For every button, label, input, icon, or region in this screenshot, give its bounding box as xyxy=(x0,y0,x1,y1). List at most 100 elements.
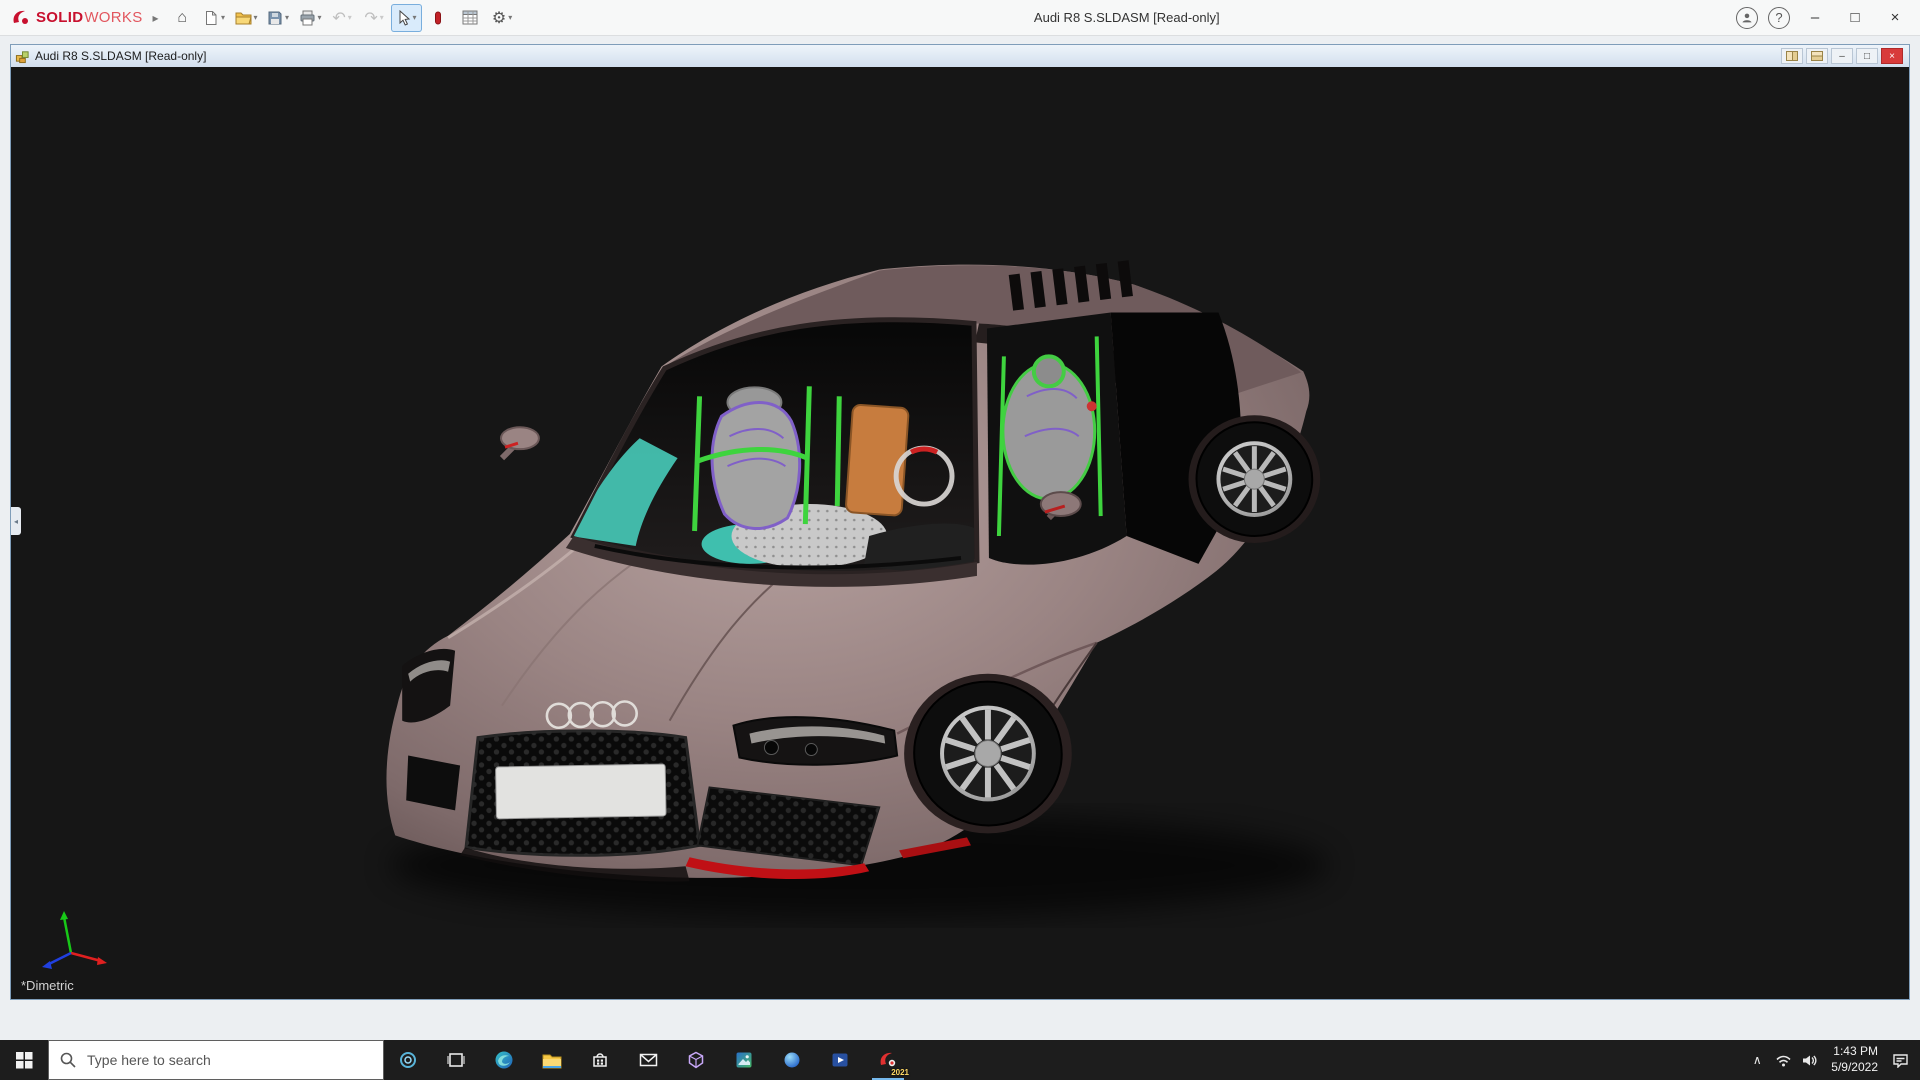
brand-text-works: WORKS xyxy=(84,9,142,26)
minimize-icon: – xyxy=(1811,9,1819,26)
projector-lens-2 xyxy=(805,744,817,756)
restore-icon: □ xyxy=(1864,51,1870,62)
dropdown-icon: ▾ xyxy=(254,13,258,22)
minimize-button[interactable]: – xyxy=(1800,5,1830,31)
taskbar-search[interactable] xyxy=(48,1040,384,1080)
select-cursor-icon xyxy=(396,10,411,26)
wifi-icon xyxy=(1775,1053,1792,1068)
maximize-button[interactable]: □ xyxy=(1840,5,1870,31)
task-view-button[interactable] xyxy=(432,1040,480,1080)
open-document-button[interactable]: ▾ xyxy=(231,4,262,32)
tray-expand-button[interactable]: ∧ xyxy=(1744,1040,1770,1080)
solidworks-taskbar-button[interactable]: 2021 xyxy=(864,1040,912,1080)
paint-3d-button[interactable] xyxy=(768,1040,816,1080)
maximize-icon: □ xyxy=(1850,9,1859,26)
photos-button[interactable] xyxy=(720,1040,768,1080)
system-tray: ∧ 1:43 PM 5/9/2022 xyxy=(1744,1040,1920,1080)
selection-tool-red-button[interactable] xyxy=(423,4,454,32)
toolbar-expander-icon[interactable]: ▸ xyxy=(153,11,159,25)
feature-panel-collapse-tab[interactable]: ◂ xyxy=(11,507,21,535)
media-player-button[interactable] xyxy=(816,1040,864,1080)
edge-icon xyxy=(494,1050,514,1070)
print-button[interactable]: ▾ xyxy=(295,4,326,32)
app-window-controls: ? – □ × xyxy=(1736,5,1910,31)
volume-button[interactable] xyxy=(1796,1040,1822,1080)
cortana-button[interactable] xyxy=(384,1040,432,1080)
app-title: Audi R8 S.SLDASM [Read-only] xyxy=(518,10,1736,25)
table-icon xyxy=(462,10,478,25)
document-title: Audi R8 S.SLDASM [Read-only] xyxy=(35,49,1776,63)
document-titlebar[interactable]: Audi R8 S.SLDASM [Read-only] – □ × xyxy=(11,45,1909,68)
file-properties-button[interactable] xyxy=(455,4,486,32)
doc-toolbar-button-2[interactable] xyxy=(1806,48,1828,64)
dropdown-icon: ▾ xyxy=(348,13,352,22)
quick-access-toolbar: ⌂ ▾ ▾ ▾ ▾ ↶▾ ↷▾ ▾ xyxy=(167,4,518,32)
dropdown-icon: ▾ xyxy=(508,13,512,22)
doc-restore-button[interactable]: □ xyxy=(1856,48,1878,64)
y-axis-arrow xyxy=(60,911,68,920)
viewport-3d[interactable]: *Dimetric ◂ xyxy=(11,67,1909,999)
action-center-icon xyxy=(1892,1052,1909,1068)
3d-viewer-icon xyxy=(687,1051,705,1069)
file-explorer-icon xyxy=(542,1052,562,1069)
help-button[interactable]: ? xyxy=(1768,7,1790,29)
network-button[interactable] xyxy=(1770,1040,1796,1080)
start-button[interactable] xyxy=(0,1040,48,1080)
media-player-icon xyxy=(831,1051,849,1069)
dropdown-icon: ▾ xyxy=(380,13,384,22)
redo-icon: ↷ xyxy=(364,8,377,28)
audi-r8-model[interactable] xyxy=(386,260,1328,917)
home-icon: ⌂ xyxy=(177,9,187,27)
search-icon xyxy=(60,1052,76,1068)
home-button[interactable]: ⌂ xyxy=(167,4,198,32)
driver-seat xyxy=(712,403,800,529)
undo-icon: ↶ xyxy=(332,8,345,28)
clock-date: 5/9/2022 xyxy=(1831,1060,1878,1076)
clock-time: 1:43 PM xyxy=(1831,1044,1878,1060)
minimize-icon: – xyxy=(1839,51,1845,62)
store-icon xyxy=(591,1051,609,1069)
account-button[interactable] xyxy=(1736,7,1758,29)
doc-toolbar-button-1[interactable] xyxy=(1781,48,1803,64)
car-3d-render[interactable] xyxy=(11,67,1909,999)
document-window: Audi R8 S.SLDASM [Read-only] – □ × xyxy=(10,44,1910,1000)
doc-close-button[interactable]: × xyxy=(1881,48,1903,64)
pane-split-icon xyxy=(1811,51,1823,61)
undo-button[interactable]: ↶▾ xyxy=(327,4,358,32)
dropdown-icon: ▾ xyxy=(285,13,289,22)
select-button[interactable]: ▾ xyxy=(391,4,422,32)
3d-viewer-button[interactable] xyxy=(672,1040,720,1080)
doc-minimize-button[interactable]: – xyxy=(1831,48,1853,64)
action-center-button[interactable] xyxy=(1887,1040,1913,1080)
assembly-document-icon xyxy=(15,49,30,64)
brand-text-solid: SOLID xyxy=(36,9,83,26)
windows-logo-icon xyxy=(16,1052,33,1069)
x-axis-arrow xyxy=(97,957,107,965)
dropdown-icon: ▾ xyxy=(221,13,225,22)
solidworks-version-badge: 2021 xyxy=(891,1068,909,1077)
redo-button[interactable]: ↷▾ xyxy=(359,4,390,32)
red-tool-icon xyxy=(432,10,444,26)
open-folder-icon xyxy=(235,10,252,25)
search-input[interactable] xyxy=(85,1051,372,1069)
collapse-left-icon: ◂ xyxy=(14,517,18,526)
speaker-icon xyxy=(1801,1053,1818,1068)
photos-icon xyxy=(735,1051,753,1069)
taskbar-clock[interactable]: 1:43 PM 5/9/2022 xyxy=(1822,1044,1887,1075)
new-document-button[interactable]: ▾ xyxy=(199,4,230,32)
options-button[interactable]: ⚙▾ xyxy=(487,4,518,32)
solidworks-logo: SOLID WORKS xyxy=(10,7,143,29)
gear-icon: ⚙ xyxy=(492,8,506,28)
store-button[interactable] xyxy=(576,1040,624,1080)
close-button[interactable]: × xyxy=(1880,5,1910,31)
view-orientation-label: *Dimetric xyxy=(21,978,74,993)
help-icon: ? xyxy=(1775,10,1782,25)
close-icon: × xyxy=(1889,51,1895,62)
taskbar: 2021 ∧ 1:43 PM 5/9/2022 xyxy=(0,1040,1920,1080)
mail-button[interactable] xyxy=(624,1040,672,1080)
file-explorer-button[interactable] xyxy=(528,1040,576,1080)
mail-icon xyxy=(639,1052,658,1068)
cortana-icon xyxy=(399,1051,417,1069)
edge-button[interactable] xyxy=(480,1040,528,1080)
save-button[interactable]: ▾ xyxy=(263,4,294,32)
